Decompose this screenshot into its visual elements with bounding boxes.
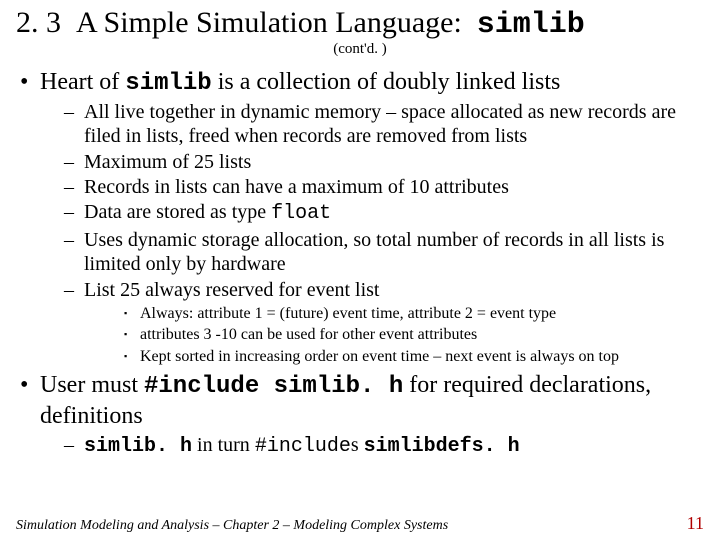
title-continued: (cont'd. ) [16, 41, 704, 58]
footer-text: Simulation Modeling and Analysis – Chapt… [16, 518, 448, 534]
inline-code: simlib [125, 70, 211, 97]
subsub-item: Always: attribute 1 = (future) event tim… [124, 304, 704, 324]
inline-code: #include simlib. h [144, 373, 403, 400]
footer: Simulation Modeling and Analysis – Chapt… [16, 513, 704, 534]
title-text: A Simple Simulation Language: [76, 6, 462, 39]
subsub-list: Always: attribute 1 = (future) event tim… [84, 304, 704, 367]
sub-item: Maximum of 25 lists [64, 150, 704, 174]
text: User must [40, 372, 144, 398]
slide: 2. 3 A Simple Simulation Language: simli… [0, 0, 720, 540]
inline-code: simlib. h [84, 435, 192, 458]
sub-item: simlib. h in turn #includes simlibdefs. … [64, 433, 704, 459]
inline-code: float [271, 202, 331, 225]
bullet-item: Heart of simlib is a collection of doubl… [18, 68, 704, 368]
text: is a collection of doubly linked lists [212, 69, 561, 95]
text: s [351, 434, 364, 456]
bullet-list: Heart of simlib is a collection of doubl… [16, 68, 704, 460]
sub-list: simlib. h in turn #includes simlibdefs. … [40, 433, 704, 459]
inline-code: #include [255, 435, 351, 458]
inline-code: simlibdefs. h [364, 435, 520, 458]
text: List 25 always reserved for event list [84, 279, 379, 301]
bullet-item: User must #include simlib. h for require… [18, 371, 704, 459]
text: Data are stored as type [84, 201, 271, 223]
title-code: simlib [477, 8, 585, 42]
page-number: 11 [687, 513, 704, 534]
sub-item: List 25 always reserved for event list A… [64, 278, 704, 368]
sub-item: Uses dynamic storage allocation, so tota… [64, 228, 704, 277]
sub-list: All live together in dynamic memory – sp… [40, 100, 704, 368]
text: in turn [192, 434, 255, 456]
subsub-item: attributes 3 -10 can be used for other e… [124, 325, 704, 345]
slide-title: 2. 3 A Simple Simulation Language: simli… [16, 6, 704, 43]
subsub-item: Kept sorted in increasing order on event… [124, 347, 704, 367]
sub-item: Records in lists can have a maximum of 1… [64, 175, 704, 199]
text: Heart of [40, 69, 125, 95]
sub-item: All live together in dynamic memory – sp… [64, 100, 704, 149]
sub-item: Data are stored as type float [64, 200, 704, 226]
section-number: 2. 3 [16, 6, 61, 39]
